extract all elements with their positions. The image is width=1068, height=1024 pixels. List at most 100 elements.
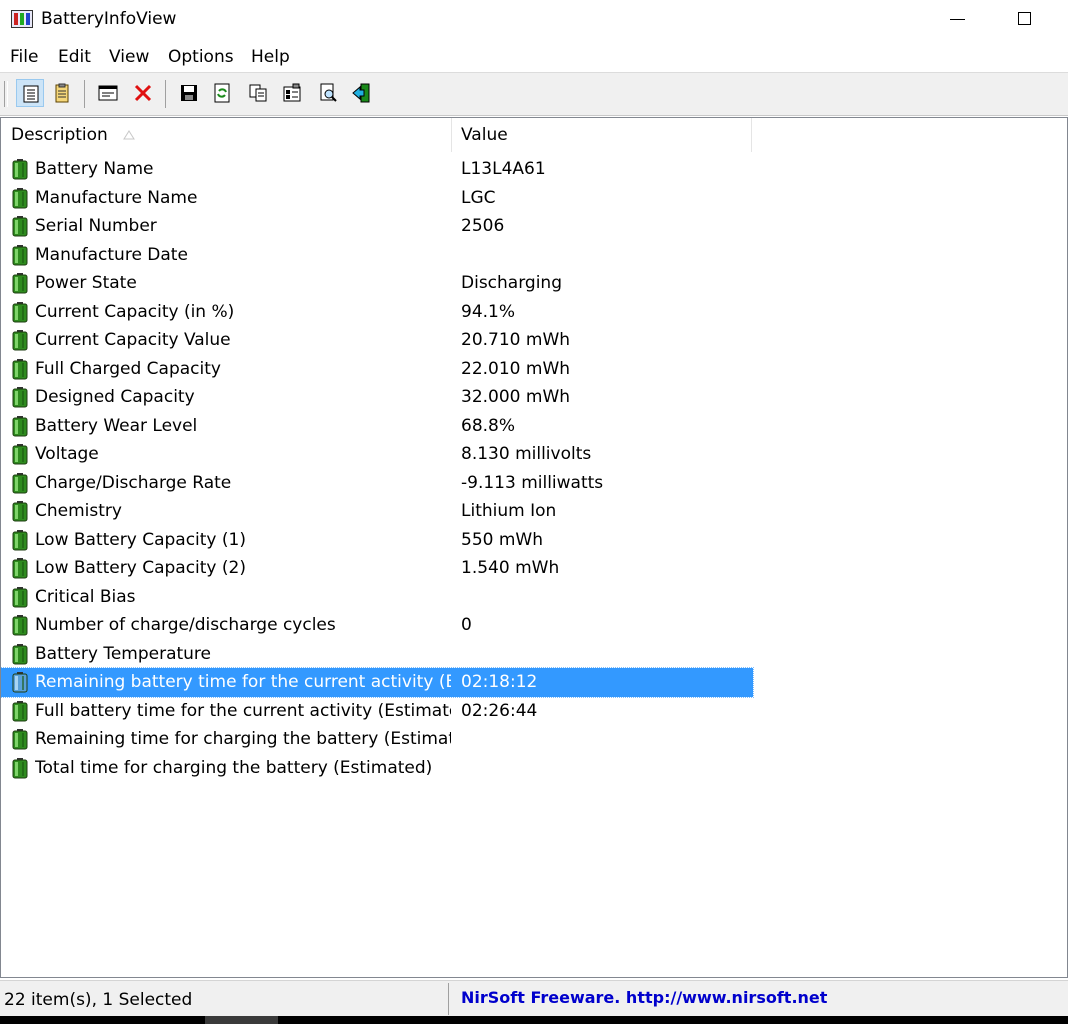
battery-icon bbox=[12, 615, 28, 636]
battery-icon bbox=[12, 757, 28, 778]
list-item[interactable]: Power State Discharging bbox=[1, 269, 753, 298]
column-header-value[interactable]: Value bbox=[461, 118, 751, 152]
list-item[interactable]: Serial Number 2506 bbox=[1, 212, 753, 241]
save-icon bbox=[181, 85, 197, 101]
menu-bar: File Edit View Options Help bbox=[0, 43, 1068, 71]
properties-button[interactable] bbox=[94, 79, 122, 107]
view-table-button[interactable] bbox=[16, 79, 44, 107]
value-cell: LGC bbox=[461, 187, 496, 208]
description-cell: Full Charged Capacity bbox=[35, 358, 221, 379]
list-item[interactable]: Battery Temperature bbox=[1, 640, 753, 669]
value-cell: 02:26:44 bbox=[461, 700, 538, 721]
list-item[interactable]: Current Capacity (in %) 94.1% bbox=[1, 298, 753, 327]
app-icon bbox=[11, 10, 33, 28]
battery-icon bbox=[12, 216, 28, 237]
value-cell: 32.000 mWh bbox=[461, 387, 571, 407]
list-item[interactable]: Battery Wear Level 68.8% bbox=[1, 412, 753, 441]
column-divider[interactable] bbox=[751, 118, 752, 152]
refresh-icon bbox=[214, 83, 230, 103]
copy-icon bbox=[249, 84, 267, 102]
value-cell: 20.710 mWh bbox=[461, 330, 571, 350]
delete-icon bbox=[134, 84, 152, 102]
value-cell: 68.8% bbox=[461, 415, 516, 436]
list-item[interactable]: Remaining time for charging the battery … bbox=[1, 725, 753, 754]
description-cell: Serial Number bbox=[35, 216, 157, 236]
description-cell: Battery Name bbox=[35, 159, 154, 179]
battery-icon bbox=[12, 415, 28, 436]
list-item[interactable]: Full Charged Capacity 22.010 mWh bbox=[1, 355, 753, 384]
taskbar-button[interactable] bbox=[205, 1016, 278, 1024]
find-button[interactable] bbox=[314, 79, 342, 107]
column-header-description[interactable]: Description bbox=[11, 118, 451, 152]
description-cell: Remaining time for charging the battery … bbox=[35, 729, 451, 749]
value-cell: 94.1% bbox=[461, 301, 516, 322]
battery-icon bbox=[12, 187, 28, 208]
delete-button[interactable] bbox=[129, 79, 157, 107]
status-bar: 22 item(s), 1 Selected NirSoft Freeware.… bbox=[0, 980, 1068, 1017]
minimize-button[interactable] bbox=[935, 0, 981, 40]
battery-icon bbox=[12, 244, 28, 265]
description-cell: Manufacture Date bbox=[35, 244, 188, 265]
description-cell: Critical Bias bbox=[35, 586, 136, 607]
value-cell: 8.130 millivolts bbox=[461, 444, 592, 464]
save-button[interactable] bbox=[175, 79, 203, 107]
battery-icon bbox=[12, 672, 28, 693]
status-item-count: 22 item(s), 1 Selected bbox=[4, 990, 193, 1010]
options-icon bbox=[283, 83, 301, 102]
view-report-button[interactable] bbox=[48, 79, 76, 107]
description-cell: Designed Capacity bbox=[35, 387, 195, 407]
description-cell: Manufacture Name bbox=[35, 187, 198, 208]
value-cell: 550 mWh bbox=[461, 529, 543, 550]
value-cell: 22.010 mWh bbox=[461, 358, 571, 379]
list-item[interactable]: Number of charge/discharge cycles 0 bbox=[1, 611, 753, 640]
maximize-button[interactable] bbox=[1002, 0, 1048, 40]
description-cell: Battery Temperature bbox=[35, 643, 212, 664]
list-item[interactable]: Low Battery Capacity (2) 1.540 mWh bbox=[1, 554, 753, 583]
refresh-button[interactable] bbox=[208, 79, 236, 107]
value-cell: Discharging bbox=[461, 273, 562, 293]
battery-icon bbox=[12, 159, 28, 180]
taskbar-strip bbox=[0, 1016, 1068, 1024]
copy-button[interactable] bbox=[244, 79, 272, 107]
list-item[interactable]: Full battery time for the current activi… bbox=[1, 697, 753, 726]
value-cell: 0 bbox=[461, 615, 472, 635]
exit-button[interactable] bbox=[348, 79, 376, 107]
list-item[interactable]: Charge/Discharge Rate -9.113 milliwatts bbox=[1, 469, 753, 498]
menu-edit[interactable]: Edit bbox=[58, 47, 91, 67]
menu-help[interactable]: Help bbox=[251, 47, 290, 67]
list-item[interactable]: Voltage 8.130 millivolts bbox=[1, 440, 753, 469]
value-cell: Lithium Ion bbox=[461, 501, 557, 521]
battery-info-list[interactable]: Description Value Battery Name L13L4A61 Ma… bbox=[0, 117, 1068, 978]
find-icon bbox=[320, 83, 337, 102]
description-cell: Chemistry bbox=[35, 501, 122, 521]
column-divider[interactable] bbox=[451, 118, 452, 152]
battery-icon bbox=[12, 643, 28, 664]
value-cell: 1.540 mWh bbox=[461, 558, 560, 578]
list-item[interactable]: Manufacture Date bbox=[1, 241, 753, 270]
window-title: BatteryInfoView bbox=[41, 9, 177, 29]
list-item[interactable]: Low Battery Capacity (1) 550 mWh bbox=[1, 526, 753, 555]
menu-view[interactable]: View bbox=[109, 47, 149, 67]
list-item[interactable]: Battery Name L13L4A61 bbox=[1, 155, 753, 184]
description-cell: Charge/Discharge Rate bbox=[35, 472, 232, 493]
nirsoft-link[interactable]: NirSoft Freeware. http://www.nirsoft.net bbox=[461, 988, 827, 1007]
battery-icon bbox=[12, 558, 28, 579]
toolbar bbox=[0, 72, 1068, 116]
properties-icon bbox=[98, 85, 118, 101]
view-report-icon bbox=[55, 83, 69, 103]
list-item[interactable]: Chemistry Lithium Ion bbox=[1, 497, 753, 526]
list-item[interactable]: Current Capacity Value 20.710 mWh bbox=[1, 326, 753, 355]
list-item[interactable]: Designed Capacity 32.000 mWh bbox=[1, 383, 753, 412]
description-cell: Current Capacity Value bbox=[35, 330, 231, 350]
title-bar: BatteryInfoView bbox=[0, 0, 1068, 40]
list-item[interactable]: Manufacture Name LGC bbox=[1, 184, 753, 213]
toolbar-grip[interactable] bbox=[4, 81, 8, 107]
list-item[interactable]: Remaining battery time for the current a… bbox=[1, 667, 754, 698]
list-item[interactable]: Critical Bias bbox=[1, 583, 753, 612]
options-button[interactable] bbox=[278, 79, 306, 107]
value-cell: L13L4A61 bbox=[461, 159, 546, 179]
description-cell: Number of charge/discharge cycles bbox=[35, 615, 336, 635]
menu-file[interactable]: File bbox=[10, 47, 38, 67]
list-item[interactable]: Total time for charging the battery (Est… bbox=[1, 754, 753, 783]
menu-options[interactable]: Options bbox=[168, 47, 234, 67]
